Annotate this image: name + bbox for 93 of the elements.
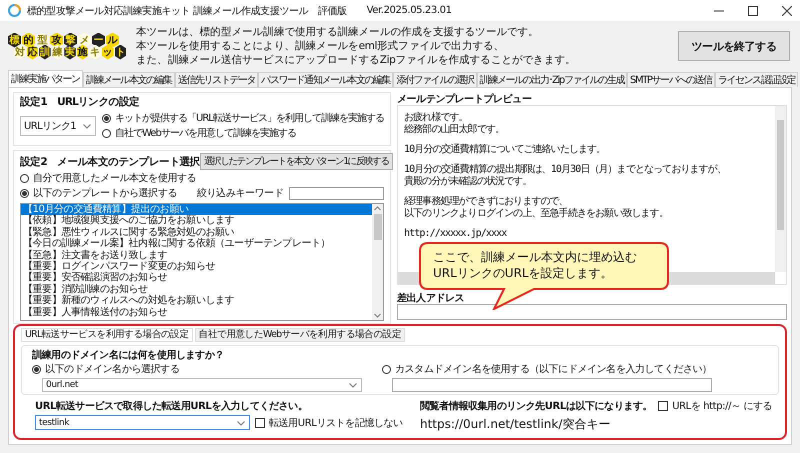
logo-tile: 応 [26,44,38,60]
template-item[interactable]: 【重要】消防訓練のお知らせ [21,284,372,296]
logo-tile: ッ [102,44,114,60]
radio-indicator[interactable] [32,364,41,374]
logo-tile: メ [78,32,91,48]
group-title: 設定2 メール本文のテンプレート選択 [20,154,200,168]
link-dropdown[interactable]: URLリンク1 [20,116,96,136]
template-item[interactable]: 【緊急】悪性ウィルスに関する緊急対処のお願い [21,226,372,238]
radio-button[interactable]: 自社でWebサーバを用意して訓練を実施する [102,126,384,140]
tab[interactable]: 送信先リストデータ [174,72,258,87]
logo-tile: 的 [22,32,35,48]
domain-dropdown[interactable]: 0url.net [42,378,362,392]
tab[interactable]: 添付ファイルの選択 [393,72,477,87]
tab[interactable]: SMTPサーバへの送信 [627,72,715,87]
keyword-field[interactable] [289,186,384,200]
scrollbar[interactable] [372,204,383,320]
template-item[interactable]: 【今日の訓練メール案】社内報に関する依頼（ユーザーテンプレート） [21,238,372,250]
radio-indicator[interactable] [20,174,29,182]
logo-tile: 型 [36,32,49,48]
preview-text: 総務部の山田太郎です。 [404,124,506,136]
logo-tile: 練 [52,44,64,60]
checkbox-option[interactable]: 転送用URLリストを記憶しない [255,416,403,430]
description-text: 本ツールを使用することにより、訓練メールをeml形式ファイルで出力する、 [136,39,506,53]
logo-tile: キ [89,44,101,60]
logo-tile: 標 [8,32,21,48]
app-icon [8,4,21,17]
scrollbar[interactable] [775,106,786,272]
template-item[interactable]: 【重要】新種のウィルスへの対処をお願いします [21,295,372,307]
filter-label: 絞り込みキーワード [197,186,284,200]
radio-indicator[interactable] [382,364,391,374]
template-item[interactable]: 【依頼】地域復興支援へのご協力をお願いします [21,215,372,227]
tab[interactable]: パスワード通知メール本文の編集 [258,72,394,87]
tab[interactable]: 自社で用意したWebサーバを利用する場合の設定 [194,328,405,342]
preview-text: お疲れ様です。 [404,112,469,124]
radio-indicator[interactable] [20,188,29,198]
caret-icon [349,383,357,388]
checkbox-option[interactable]: URLを http://～ にする [658,399,772,413]
sender-field[interactable] [397,304,787,320]
caret-icon [237,420,245,426]
preview-title: メールテンプレートプレビュー [397,92,532,105]
logo-tile: ー [92,32,105,48]
logo-tile: 施 [76,44,88,60]
preview-text: 貴殿の分が未確認の状況です。 [404,176,532,188]
template-item[interactable]: 【重要】人事情報送付のお知らせ [21,306,372,318]
sender-label: 差出人アドレス [397,292,466,304]
radio-indicator[interactable] [102,128,111,138]
scrollbar-thumb[interactable] [777,120,784,230]
logo-tile: ル [106,32,119,48]
logo-tile: ト [114,44,126,60]
version-label: Ver.2025.05.23.01 [366,5,452,16]
group-title: 設定1 URLリンクの設定 [20,95,140,109]
tab[interactable]: ライセンス認証設定 [714,72,798,87]
url-prompt: URL転送サービスで取得した転送用URLを入力してください。 [35,400,308,413]
radio-button[interactable]: 以下のドメイン名から選択する [32,362,362,376]
apply-template-button[interactable]: 選択したテンプレートを本文パターン1に反映する [200,153,393,170]
preview-text: 10月分の交通費精算についてご連絡いたします。 [404,144,606,156]
description-text: 本ツールは、標的型メール訓練で使用する訓練メールの作成を支援するツールです。 [136,25,540,39]
checkbox[interactable] [255,418,265,428]
tab[interactable]: URL転送サービスを利用する場合の設定 [21,328,193,342]
tab[interactable]: 訓練メールの出力･Zipファイルの生成 [476,72,628,87]
template-item[interactable]: 【重要】安否確認演習のお知らせ [21,272,372,284]
radio-indicator[interactable] [102,114,111,122]
maximize-icon[interactable] [748,6,758,16]
logo-tile: 対 [14,44,26,60]
preview-text: 経理事務処理ができずにおりますので、 [404,196,569,208]
tab[interactable]: 訓練実施パターン [8,70,83,87]
checkbox[interactable] [658,401,668,411]
result-url: https://0url.net/testlink/突合キー [420,416,612,433]
logo-tile: 攻 [50,32,63,48]
custom-domain-field[interactable] [392,378,712,392]
logo-tile: 撃 [64,32,77,48]
logo-tile: 実 [64,44,76,60]
exit-button[interactable]: ツールを終了する [678,31,790,61]
window-title: 標的型攻撃メール対応訓練実施キット 訓練メール作成支援ツール 評価版 [27,4,347,18]
template-item[interactable]: 【至急】注文書をお送り致します [21,250,372,261]
radio-button[interactable]: 以下のテンプレートから選択する [20,186,178,200]
radio-button[interactable]: カスタムドメイン名を使用する（以下にドメイン名を入力してください） [382,362,768,376]
domain-question: 訓練用のドメイン名には何を使用しますか？ [32,348,226,362]
close-icon[interactable] [782,6,792,16]
url-combo-field[interactable]: testlink [35,415,250,430]
preview-text: 10月分の交通費精算の提出期限は、10月30日（月）までとなっておりますが、 [404,164,727,176]
radio-button[interactable]: キットが提供する「URL転送サービス」を利用して訓練を実施する [102,111,384,125]
preview-text: 以下のリンクよりログインの上、至急手続きをお願い致します。 [404,208,669,220]
preview-text: http://xxxxx.jp/xxxx [404,228,508,240]
template-item[interactable]: 【重要】ログインパスワード変更のお知らせ [21,260,372,272]
description-text: また、訓練メール送信サービスにアップロードするZipファイルを作成することができます。 [136,53,577,67]
tab[interactable]: 訓練メール本文の編集 [82,72,175,87]
callout-text: ここで、訓練メール本文内に埋め込む URLリンクのURLを設定します。 [433,249,637,281]
scrollbar-thumb[interactable] [374,214,382,240]
radio-button[interactable]: 自分で用意したメール本文を使用する [20,171,196,185]
result-label: 閲覧者情報収集用のリンク先URLは以下になります。 [420,400,652,413]
logo-tile: 訓 [39,44,51,60]
caret-icon [83,124,91,128]
